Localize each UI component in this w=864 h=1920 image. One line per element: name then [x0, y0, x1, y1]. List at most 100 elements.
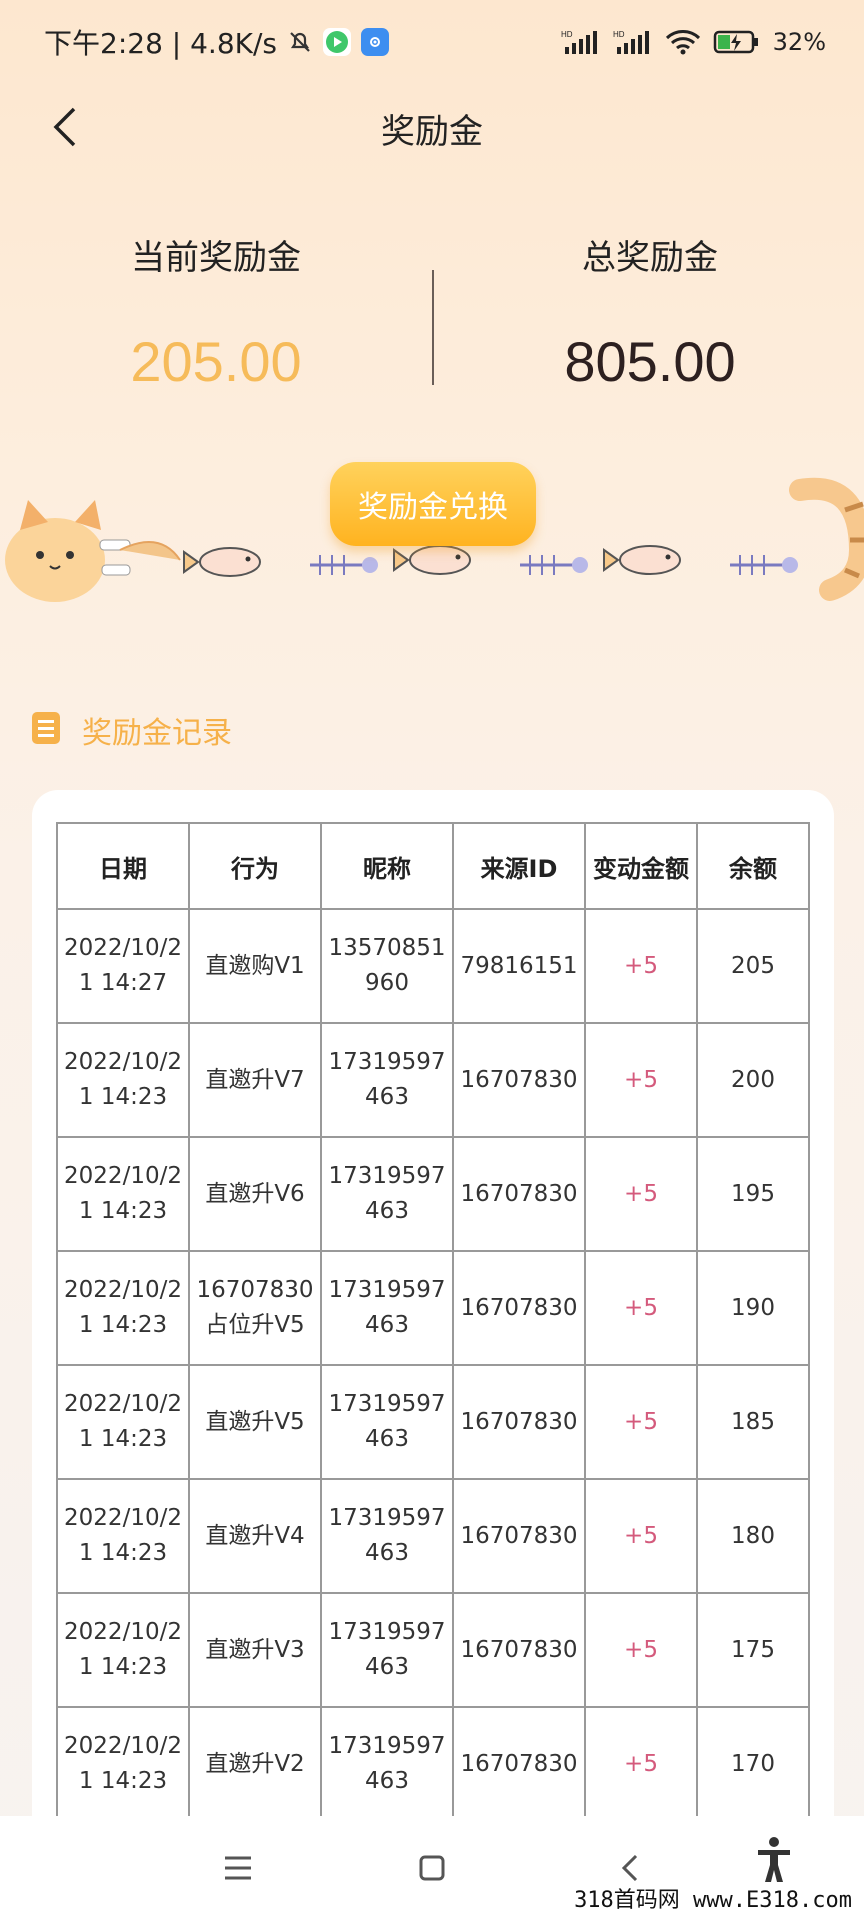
- exchange-button[interactable]: 奖励金兑换: [330, 462, 536, 546]
- date-cell: 2022/10/21 14:23: [56, 1478, 190, 1594]
- table-row: 2022/10/21 14:23 直邀升V6 17319597463 16707…: [56, 1136, 810, 1252]
- change-cell: +5: [584, 1706, 698, 1822]
- records-header: 奖励金记录: [30, 708, 232, 752]
- balance-cell: 185: [696, 1364, 810, 1480]
- column-header: 行为: [188, 822, 322, 910]
- change-cell: +5: [584, 1592, 698, 1708]
- change-cell: +5: [584, 1022, 698, 1138]
- current-reward: 当前奖励金 205.00: [66, 230, 366, 394]
- action-cell: 直邀升V5: [188, 1364, 322, 1480]
- table-row: 2022/10/21 14:23 直邀升V7 17319597463 16707…: [56, 1022, 810, 1138]
- nickname-cell: 17319597463: [320, 1706, 454, 1822]
- nickname-cell: 17319597463: [320, 1250, 454, 1366]
- date-cell: 2022/10/21 14:23: [56, 1136, 190, 1252]
- change-cell: +5: [584, 1478, 698, 1594]
- change-cell: +5: [584, 1136, 698, 1252]
- balance-cell: 195: [696, 1136, 810, 1252]
- action-cell: 直邀升V3: [188, 1592, 322, 1708]
- change-cell: +5: [584, 1364, 698, 1480]
- source-id-cell: 79816151: [452, 908, 586, 1024]
- column-header: 来源ID: [452, 822, 586, 910]
- source-id-cell: 16707830: [452, 1136, 586, 1252]
- accessibility-button[interactable]: [752, 1837, 796, 1882]
- column-header: 昵称: [320, 822, 454, 910]
- menu-icon: [225, 1856, 251, 1880]
- source-id-cell: 16707830: [452, 1592, 586, 1708]
- column-header: 变动金额: [584, 822, 698, 910]
- table-row: 2022/10/21 14:23 直邀升V4 17319597463 16707…: [56, 1478, 810, 1594]
- list-icon: [30, 710, 62, 750]
- current-reward-label: 当前奖励金: [131, 238, 301, 278]
- battery-percent: 32%: [772, 28, 826, 56]
- source-id-cell: 16707830: [452, 1478, 586, 1594]
- battery-icon: [713, 29, 761, 55]
- table-row: 2022/10/21 14:23 直邀升V5 17319597463 16707…: [56, 1364, 810, 1480]
- svg-text:HD: HD: [613, 30, 625, 39]
- balance-cell: 205: [696, 908, 810, 1024]
- date-cell: 2022/10/21 14:23: [56, 1022, 190, 1138]
- status-bar: 下午2:28 | 4.8K/s HD HD 32%: [0, 0, 864, 84]
- date-cell: 2022/10/21 14:23: [56, 1250, 190, 1366]
- source-id-cell: 16707830: [452, 1706, 586, 1822]
- column-header: 余额: [696, 822, 810, 910]
- nickname-cell: 17319597463: [320, 1592, 454, 1708]
- nickname-cell: 17319597463: [320, 1478, 454, 1594]
- balance-cell: 190: [696, 1250, 810, 1366]
- date-cell: 2022/10/21 14:23: [56, 1706, 190, 1822]
- signal-icon: HD: [561, 29, 601, 55]
- page-title: 奖励金: [381, 112, 483, 152]
- table-row: 2022/10/21 14:23 16707830占位升V5 173195974…: [56, 1250, 810, 1366]
- total-reward-label: 总奖励金: [582, 238, 718, 278]
- chevron-left-icon: [621, 1854, 638, 1882]
- watermark: 318首码网 www.E318.com: [570, 1882, 856, 1914]
- cat-illustration: [5, 500, 181, 602]
- source-id-cell: 16707830: [452, 1364, 586, 1480]
- records-card: 日期 行为 昵称 来源ID 变动金额 余额 2022/10/21 14:27 直…: [32, 790, 834, 1920]
- balance-cell: 170: [696, 1706, 810, 1822]
- balance-cell: 175: [696, 1592, 810, 1708]
- mute-bell-icon: [287, 29, 313, 55]
- balance-cell: 180: [696, 1478, 810, 1594]
- action-cell: 直邀升V6: [188, 1136, 322, 1252]
- total-reward: 总奖励金 805.00: [500, 230, 800, 394]
- date-cell: 2022/10/21 14:23: [56, 1592, 190, 1708]
- table-row: 2022/10/21 14:23 直邀升V2 17319597463 16707…: [56, 1706, 810, 1822]
- action-cell: 直邀购V1: [188, 908, 322, 1024]
- source-id-cell: 16707830: [452, 1022, 586, 1138]
- change-cell: +5: [584, 1250, 698, 1366]
- system-nav-bar: 318首码网 www.E318.com: [0, 1816, 864, 1920]
- action-cell: 直邀升V7: [188, 1022, 322, 1138]
- nickname-cell: 17319597463: [320, 1022, 454, 1138]
- home-button[interactable]: [410, 1846, 454, 1890]
- total-reward-value: 805.00: [564, 330, 736, 393]
- video-app-icon: [323, 28, 352, 56]
- menu-button[interactable]: [216, 1846, 260, 1890]
- table-header-row: 日期 行为 昵称 来源ID 变动金额 余额: [56, 822, 810, 910]
- cat-tail-illustration: [789, 477, 864, 601]
- reward-summary: 当前奖励金 205.00 总奖励金 805.00: [0, 230, 864, 420]
- source-id-cell: 16707830: [452, 1250, 586, 1366]
- column-header: 日期: [56, 822, 190, 910]
- records-title: 奖励金记录: [82, 716, 232, 751]
- assistant-app-icon: [361, 28, 390, 56]
- top-bar: 奖励金: [0, 84, 864, 170]
- status-time-speed: 下午2:28 | 4.8K/s: [44, 27, 278, 60]
- fish-row: [183, 545, 798, 577]
- date-cell: 2022/10/21 14:27: [56, 908, 190, 1024]
- accessibility-icon: [758, 1837, 790, 1882]
- square-home-icon: [419, 1855, 445, 1881]
- action-cell: 16707830占位升V5: [188, 1250, 322, 1366]
- date-cell: 2022/10/21 14:23: [56, 1364, 190, 1480]
- table-row: 2022/10/21 14:23 直邀升V3 17319597463 16707…: [56, 1592, 810, 1708]
- wifi-icon: [665, 28, 701, 56]
- action-cell: 直邀升V2: [188, 1706, 322, 1822]
- current-reward-value: 205.00: [130, 330, 302, 393]
- nickname-cell: 17319597463: [320, 1136, 454, 1252]
- table-row: 2022/10/21 14:27 直邀购V1 13570851960 79816…: [56, 908, 810, 1024]
- nickname-cell: 17319597463: [320, 1364, 454, 1480]
- nickname-cell: 13570851960: [320, 908, 454, 1024]
- change-cell: +5: [584, 908, 698, 1024]
- action-cell: 直邀升V4: [188, 1478, 322, 1594]
- signal-icon-2: HD: [613, 29, 653, 55]
- svg-text:HD: HD: [561, 30, 573, 39]
